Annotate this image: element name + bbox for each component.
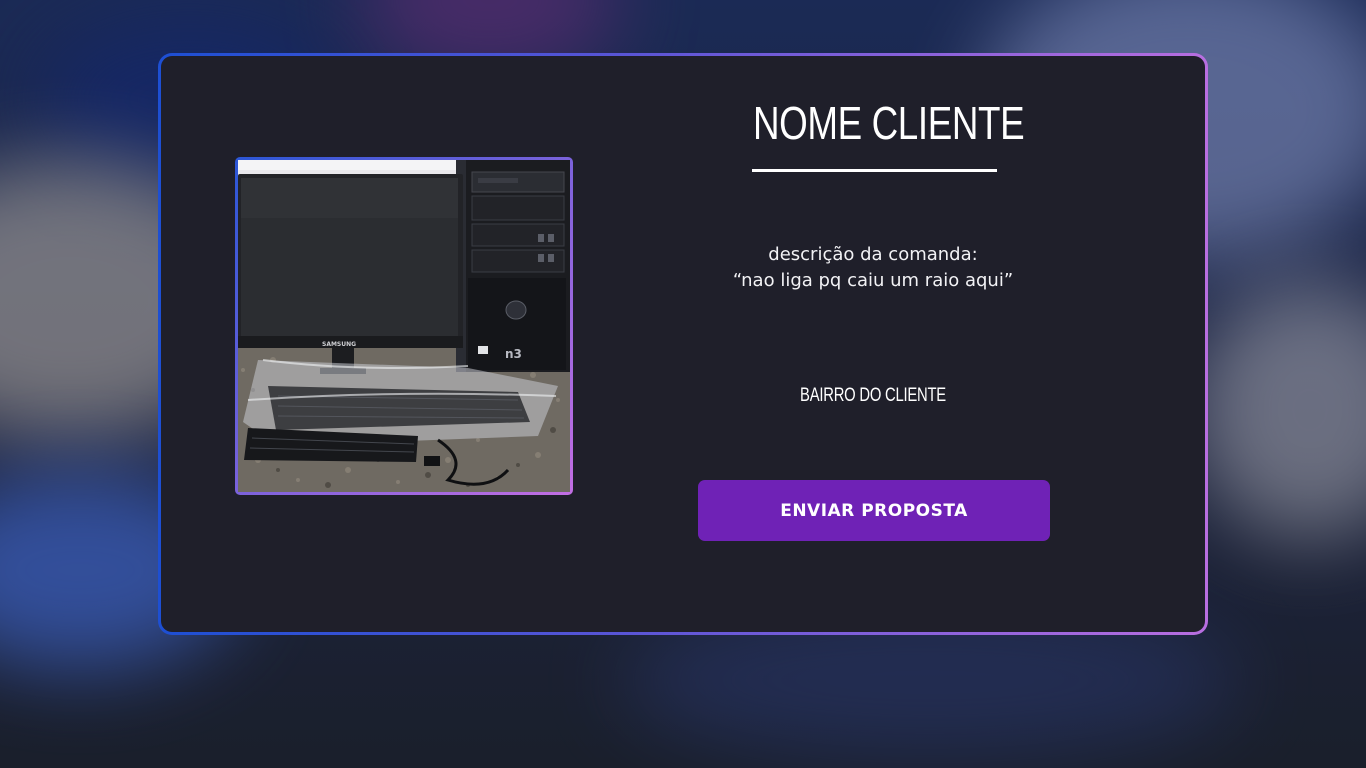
- request-card-body: n3 SAMSUNG NOME CLIENTE descrição da com…: [161, 56, 1205, 632]
- title-underline: [752, 169, 997, 172]
- description-label: descrição da comanda:: [768, 244, 978, 265]
- equipment-photo-frame: n3 SAMSUNG: [235, 157, 573, 495]
- description-text: “nao liga pq caiu um raio aqui”: [732, 270, 1014, 291]
- equipment-photo: n3 SAMSUNG: [238, 160, 570, 492]
- client-neighborhood: BAIRRO DO CLIENTE: [800, 385, 946, 406]
- order-description: descrição da comanda: “nao liga pq caiu …: [673, 242, 1073, 294]
- case-brand-text: n3: [505, 347, 522, 361]
- send-proposal-button[interactable]: ENVIAR PROPOSTA: [698, 480, 1050, 541]
- computer-illustration: n3 SAMSUNG: [238, 160, 570, 492]
- client-name-title: NOME CLIENTE: [753, 97, 1025, 149]
- monitor-brand-text: SAMSUNG: [322, 341, 356, 348]
- request-card: n3 SAMSUNG NOME CLIENTE descrição da com…: [158, 53, 1208, 635]
